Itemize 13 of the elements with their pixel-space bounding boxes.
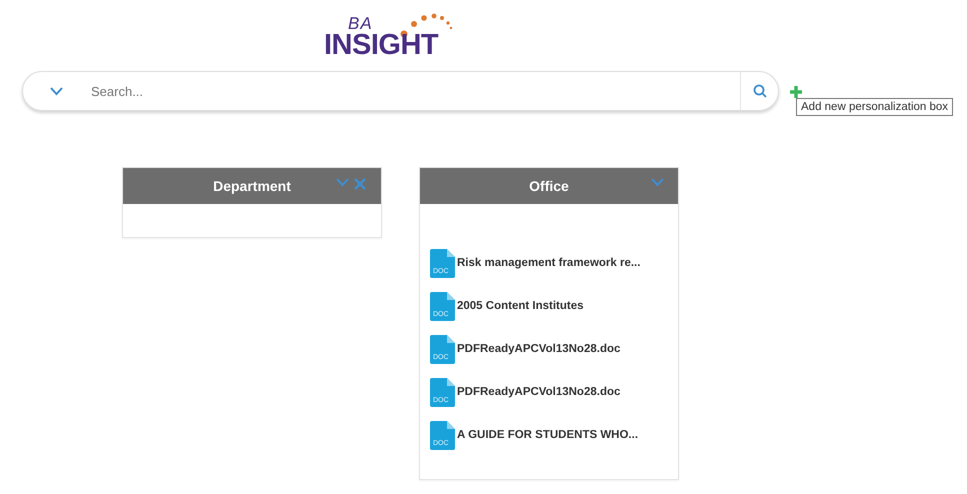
chevron-down-icon <box>50 86 62 96</box>
box-title: Department <box>213 178 291 194</box>
tooltip: Add new personalization box <box>796 98 954 116</box>
search-bar[interactable]: Search... <box>22 71 779 111</box>
box-title: Office <box>529 178 569 194</box>
close-icon <box>354 178 366 190</box>
chevron-down-icon <box>651 178 664 187</box>
add-box-button[interactable] <box>789 85 805 101</box>
plus-icon <box>789 85 803 99</box>
search-icon <box>752 84 766 98</box>
logo: BA INSIGHT <box>324 8 479 58</box>
close-button[interactable] <box>354 178 367 191</box>
chevron-down-icon <box>336 178 349 187</box>
